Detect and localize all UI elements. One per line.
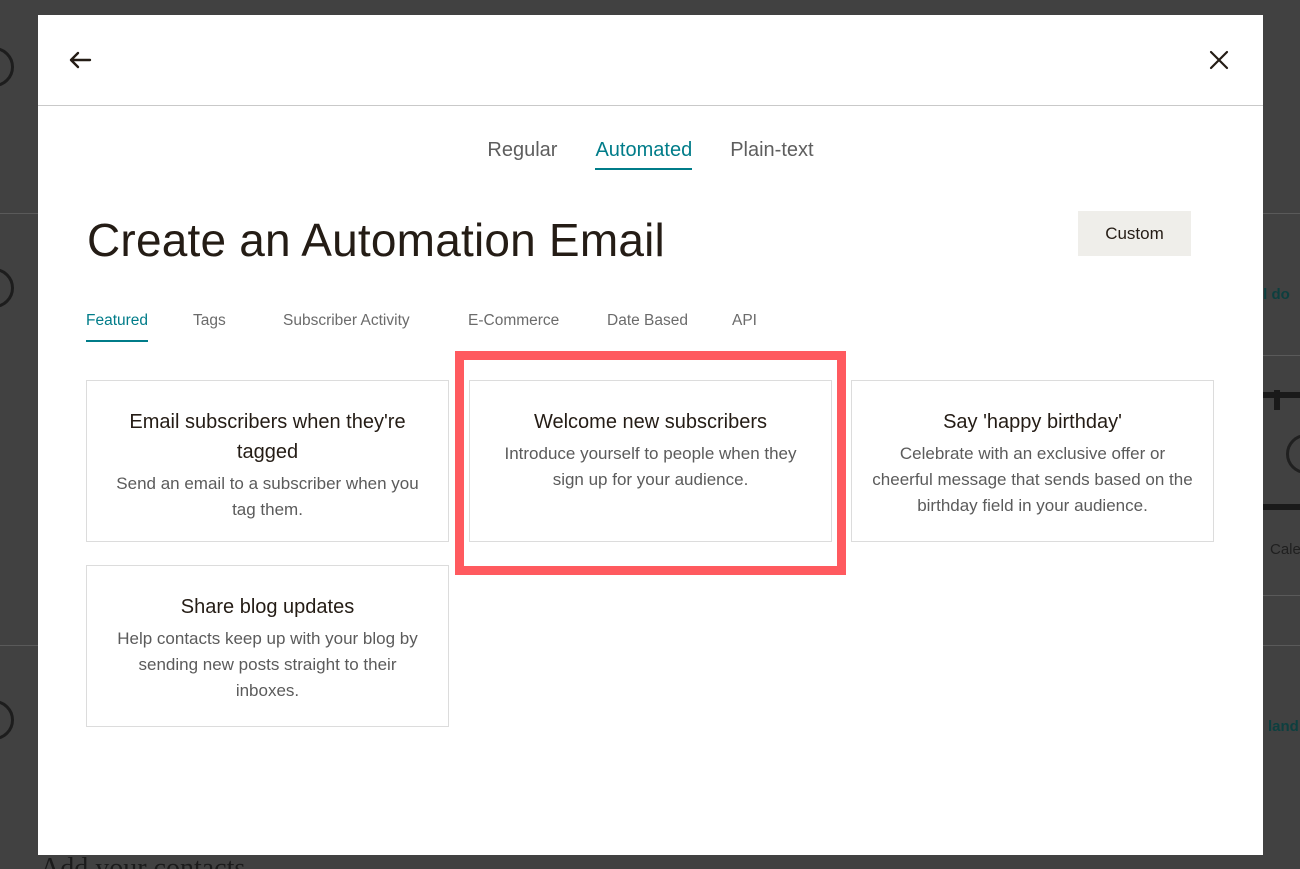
background-divider [1263, 595, 1300, 596]
background-calendar-bar [1263, 504, 1300, 510]
card-title: Say 'happy birthday' [943, 411, 1122, 433]
tab-subscriber-activity[interactable]: Subscriber Activity [283, 312, 410, 342]
card-description: Help contacts keep up with your blog by … [117, 629, 418, 700]
background-calendar-label: Cale [1270, 541, 1300, 558]
arrow-left-icon [69, 51, 92, 69]
card-description: Introduce yourself to people when they s… [504, 444, 797, 489]
card-title: Welcome new subscribers [533, 411, 768, 433]
modal-header [38, 15, 1263, 106]
background-step-circle [0, 47, 14, 87]
card-title: Email subscribers when they're tagged [129, 411, 406, 463]
tab-automated[interactable]: Automated [595, 139, 693, 170]
page-title: Create an Automation Email [87, 214, 665, 266]
template-card-welcome[interactable]: Welcome new subscribers Introduce yourse… [469, 380, 832, 542]
tab-plain-text[interactable]: Plain-text [730, 139, 813, 170]
template-card-blog[interactable]: Share blog updates Help contacts keep up… [86, 565, 449, 727]
card-description: Send an email to a subscriber when you t… [116, 474, 419, 519]
back-button[interactable] [64, 45, 96, 75]
background-step-circle [0, 700, 14, 740]
background-divider [1263, 213, 1300, 214]
create-email-modal: Regular Automated Plain-text Create an A… [38, 15, 1263, 855]
background-divider [1263, 645, 1300, 646]
background-divider [1263, 355, 1300, 356]
background-link: land [1268, 718, 1299, 735]
background-step-circle [0, 268, 14, 308]
tab-regular[interactable]: Regular [487, 139, 557, 170]
background-calendar-bar [1263, 392, 1300, 398]
close-icon [1209, 50, 1229, 70]
tab-date-based[interactable]: Date Based [607, 312, 688, 342]
background-divider [0, 645, 38, 646]
email-type-tabs: Regular Automated Plain-text [38, 139, 1263, 170]
template-card-tagged[interactable]: Email subscribers when they're tagged Se… [86, 380, 449, 542]
card-title: Share blog updates [180, 596, 355, 618]
background-section-heading: Add your contacts [40, 853, 246, 869]
background-calendar-pin [1274, 390, 1280, 410]
background-calendar-circle [1286, 434, 1300, 474]
template-card-birthday[interactable]: Say 'happy birthday' Celebrate with an e… [851, 380, 1214, 542]
tab-featured[interactable]: Featured [86, 312, 149, 342]
close-button[interactable] [1203, 45, 1235, 75]
custom-button[interactable]: Custom [1078, 211, 1191, 256]
tab-tags[interactable]: Tags [193, 312, 226, 342]
background-link: ll do [1263, 286, 1290, 303]
tab-api[interactable]: API [732, 312, 757, 342]
card-description: Celebrate with an exclusive offer or che… [872, 444, 1193, 515]
background-divider [0, 213, 38, 214]
tab-e-commerce[interactable]: E-Commerce [468, 312, 559, 342]
